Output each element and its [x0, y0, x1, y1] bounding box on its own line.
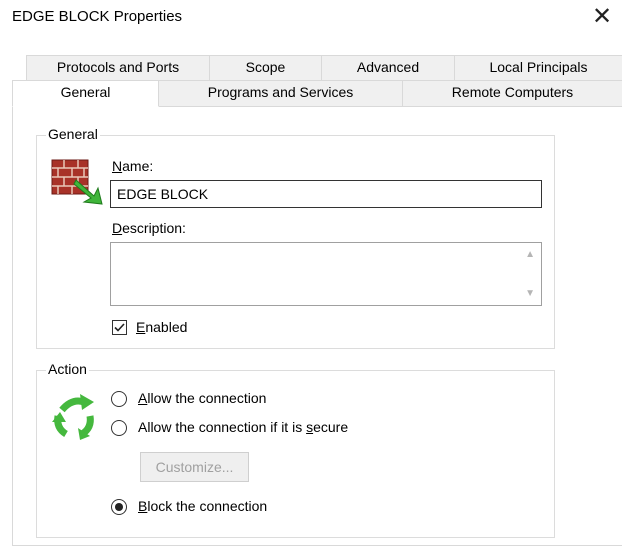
- scroll-down-icon[interactable]: ▼: [525, 288, 535, 299]
- enabled-checkbox[interactable]: [112, 320, 127, 335]
- tab-programs-and-services[interactable]: Programs and Services: [158, 80, 403, 107]
- block-connection-radio[interactable]: [111, 499, 127, 515]
- allow-if-secure-radio[interactable]: [111, 420, 127, 436]
- description-label: Description:: [112, 220, 186, 236]
- name-input[interactable]: [110, 180, 542, 208]
- allow-connection-label[interactable]: Allow the connection: [138, 390, 266, 406]
- checkmark-icon: [114, 323, 125, 332]
- action-group-label: Action: [46, 361, 89, 377]
- tab-scope[interactable]: Scope: [209, 55, 322, 81]
- tab-protocols-and-ports[interactable]: Protocols and Ports: [26, 55, 210, 81]
- green-arrows-icon: [50, 392, 102, 445]
- scroll-up-icon[interactable]: ▲: [525, 249, 535, 260]
- block-connection-label[interactable]: Block the connection: [138, 498, 267, 514]
- general-group-label: General: [46, 126, 100, 142]
- window-title: EDGE BLOCK Properties: [12, 8, 183, 25]
- tab-general[interactable]: General: [12, 80, 159, 107]
- name-label: Name:: [112, 158, 154, 174]
- tab-remote-computers[interactable]: Remote Computers: [402, 80, 622, 107]
- radio-selected-dot: [115, 503, 123, 511]
- customize-button[interactable]: Customize...: [140, 452, 249, 482]
- close-icon[interactable]: ✕: [592, 2, 612, 30]
- allow-if-secure-label[interactable]: Allow the connection if it is secure: [138, 419, 348, 435]
- firewall-brick-icon: [50, 156, 104, 209]
- enabled-label[interactable]: Enabled: [136, 319, 187, 335]
- description-textarea[interactable]: ▲ ▼: [110, 242, 542, 306]
- allow-connection-radio[interactable]: [111, 391, 127, 407]
- tab-local-principals[interactable]: Local Principals: [454, 55, 622, 81]
- tab-advanced[interactable]: Advanced: [321, 55, 455, 81]
